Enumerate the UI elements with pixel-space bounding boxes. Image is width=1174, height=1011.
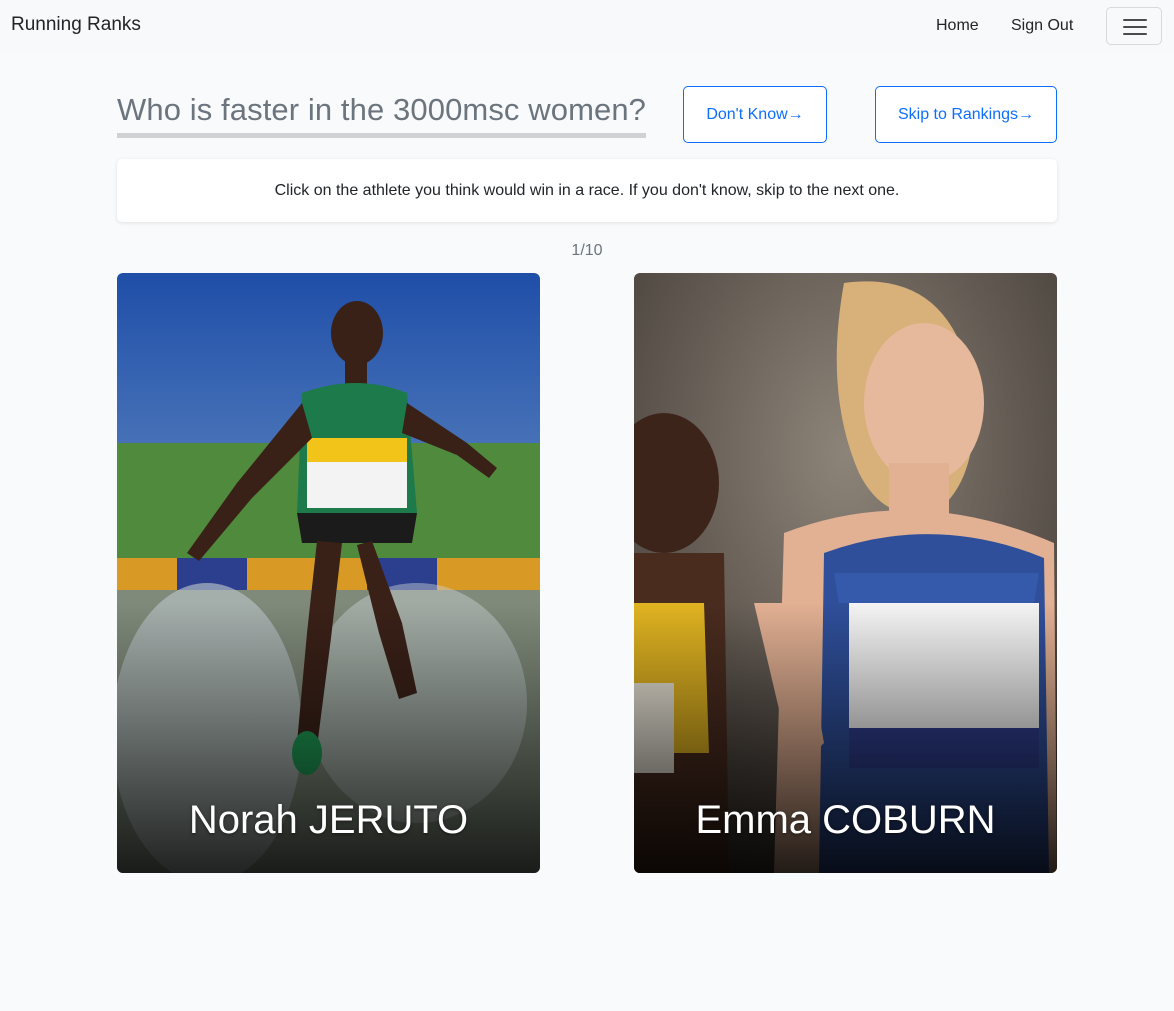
page-title: Who is faster in the 3000msc women? bbox=[117, 92, 647, 127]
instruction-card: Click on the athlete you think would win… bbox=[117, 159, 1057, 222]
brand-link[interactable]: Running Ranks bbox=[11, 14, 141, 36]
athlete-photo-left bbox=[117, 273, 540, 873]
nav-link-home[interactable]: Home bbox=[936, 17, 979, 35]
instruction-text: Click on the athlete you think would win… bbox=[274, 181, 900, 199]
skip-to-rankings-button[interactable]: Skip to Rankings→ bbox=[875, 86, 1057, 143]
navbar-toggler-button[interactable] bbox=[1106, 7, 1162, 45]
athlete-card-left[interactable]: Norah JERUTO bbox=[117, 273, 540, 873]
athlete-card-right[interactable]: Emma COBURN bbox=[634, 273, 1057, 873]
athlete-name-left: Norah JERUTO bbox=[188, 798, 469, 842]
progress-counter: 1/10 bbox=[571, 242, 603, 259]
nav-link-sign-out[interactable]: Sign Out bbox=[1011, 17, 1073, 35]
title-underline bbox=[117, 133, 646, 138]
athlete-name-right: Emma COBURN bbox=[695, 798, 996, 842]
navbar: Running Ranks Home Sign Out bbox=[0, 0, 1174, 54]
dont-know-button[interactable]: Don't Know→ bbox=[683, 86, 827, 143]
athlete-photo-right bbox=[634, 273, 1057, 873]
hamburger-menu-icon bbox=[1123, 19, 1147, 35]
